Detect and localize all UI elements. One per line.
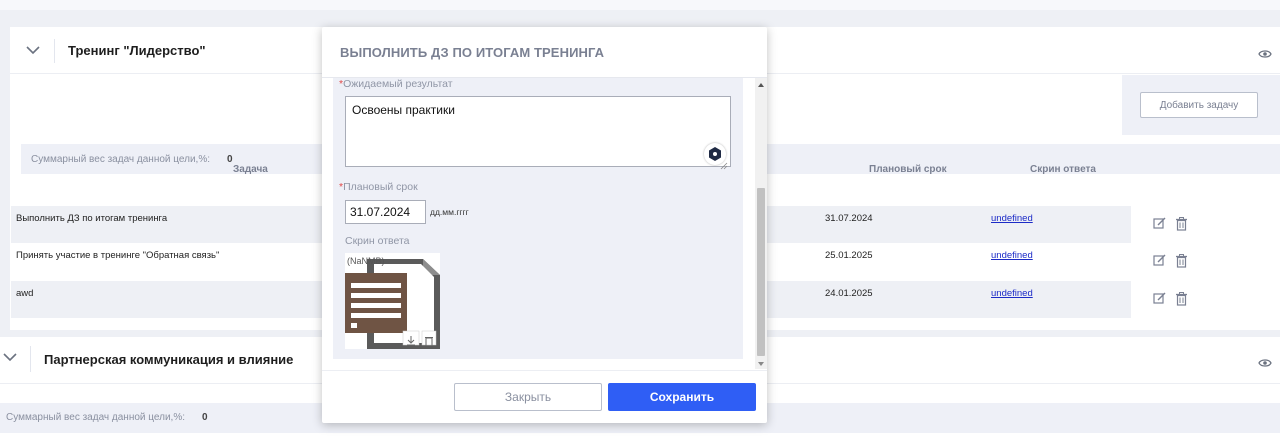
task-modal: ВЫПОЛНИТЬ ДЗ ПО ИТОГАМ ТРЕНИНГА *Ожидаем… — [322, 27, 767, 423]
task-name: awd — [16, 288, 34, 299]
modal-scrollbar[interactable] — [755, 78, 767, 369]
top-strip — [0, 0, 1280, 10]
resize-handle-icon[interactable] — [720, 157, 728, 170]
screen-link[interactable]: undefined — [991, 250, 1033, 261]
chevron-down-icon[interactable] — [3, 352, 17, 366]
edit-icon[interactable] — [1153, 217, 1166, 230]
weight-label: Суммарный вес задач данной цели,%: — [6, 412, 185, 423]
row-actions — [1131, 243, 1270, 280]
column-header-task: Задача — [233, 164, 268, 175]
goal-title: Партнерская коммуникация и влияние — [44, 352, 294, 367]
trash-icon[interactable] — [1175, 217, 1188, 231]
modal-title: ВЫПОЛНИТЬ ДЗ ПО ИТОГАМ ТРЕНИНГА — [340, 45, 605, 60]
trash-icon[interactable] — [1175, 292, 1188, 306]
deadline-label-text: Плановый срок — [343, 181, 418, 193]
divider — [54, 39, 55, 63]
weight-value: 0 — [202, 412, 208, 423]
scroll-thumb[interactable] — [757, 188, 765, 356]
screen-label: Скрин ответа — [345, 235, 410, 247]
date-format-hint: дд.мм.гггг — [430, 207, 469, 217]
result-label: *Ожидаемый результат — [339, 78, 453, 90]
weight-value: 0 — [227, 154, 233, 165]
eye-icon[interactable] — [1258, 46, 1272, 58]
screen-link[interactable]: undefined — [991, 288, 1033, 299]
screen-link[interactable]: undefined — [991, 213, 1033, 224]
goal-title: Тренинг "Лидерство" — [68, 43, 206, 58]
delete-icon[interactable] — [424, 333, 434, 347]
row-actions — [1131, 281, 1270, 318]
trash-icon[interactable] — [1175, 254, 1188, 268]
weight-label: Суммарный вес задач данной цели,%: — [31, 154, 210, 165]
result-label-text: Ожидаемый результат — [343, 78, 453, 90]
deadline-label: *Плановый срок — [339, 181, 418, 193]
chevron-down-icon[interactable] — [26, 45, 40, 59]
task-name: Выполнить ДЗ по итогам тренинга — [16, 213, 168, 224]
download-icon[interactable] — [405, 333, 417, 346]
save-button[interactable]: Сохранить — [608, 383, 756, 411]
divider — [322, 370, 767, 371]
add-task-button[interactable]: Добавить задачу — [1140, 92, 1258, 118]
row-actions — [1131, 206, 1270, 243]
deadline-date-input[interactable]: 31.07.2024 — [345, 200, 426, 224]
column-header-deadline: Плановый срок — [869, 164, 947, 175]
task-name: Принять участие в тренинге "Обратная свя… — [16, 250, 220, 261]
task-deadline: 24.01.2025 — [825, 288, 873, 299]
divider — [30, 346, 31, 372]
edit-icon[interactable] — [1153, 254, 1166, 267]
add-task-panel: Добавить задачу — [1122, 75, 1280, 135]
scroll-down-arrow[interactable] — [758, 362, 764, 366]
scroll-up-arrow[interactable] — [758, 83, 764, 87]
close-button[interactable]: Закрыть — [454, 383, 602, 411]
column-header-screen: Скрин ответа — [1030, 164, 1096, 175]
task-deadline: 25.01.2025 — [825, 250, 873, 261]
file-preview[interactable]: (NaNMB) — [345, 253, 440, 349]
file-size: (NaNMB) — [347, 256, 385, 266]
expected-result-field[interactable]: Освоены практики — [345, 96, 731, 167]
modal-form: *Ожидаемый результат Освоены практики *П… — [333, 78, 743, 359]
eye-icon[interactable] — [1258, 355, 1272, 367]
edit-icon[interactable] — [1153, 292, 1166, 305]
task-deadline: 31.07.2024 — [825, 213, 873, 224]
